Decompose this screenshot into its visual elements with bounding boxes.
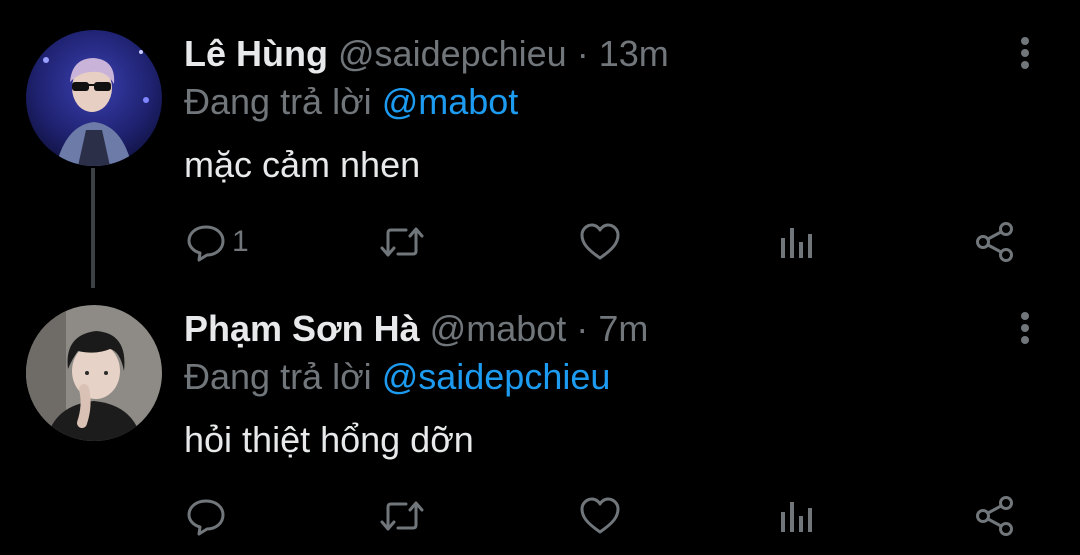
tweet[interactable]: Lê Hùng @saidepchieu · 13m Đang trả lời … (0, 0, 1080, 288)
share-button[interactable] (974, 218, 1016, 266)
avatar[interactable] (26, 30, 162, 166)
heart-icon (580, 223, 620, 260)
reply-count: 1 (232, 225, 249, 258)
replying-mention-link[interactable]: @mabot (382, 81, 519, 122)
avatar-image (26, 305, 162, 441)
timestamp[interactable]: 13m (599, 33, 669, 74)
share-icon (976, 496, 1013, 536)
thread-line (91, 168, 95, 288)
user-handle[interactable]: @saidepchieu (338, 33, 567, 74)
like-button[interactable] (579, 492, 621, 540)
display-name[interactable]: Phạm Sơn Hà (184, 308, 420, 349)
views-icon (781, 228, 812, 258)
views-button[interactable] (777, 218, 817, 266)
avatar-image (26, 30, 162, 166)
tweet-header: Phạm Sơn Hà @mabot · 7m (184, 307, 648, 351)
replying-to: Đang trả lời @mabot (184, 80, 518, 124)
replying-prefix: Đang trả lời (184, 81, 372, 122)
reply-button[interactable]: 1 (186, 218, 249, 266)
reply-icon (187, 225, 225, 262)
views-button[interactable] (777, 492, 817, 540)
avatar[interactable] (26, 305, 162, 441)
display-name[interactable]: Lê Hùng (184, 33, 328, 74)
tweet-text: hỏi thiệt hổng dỡn (184, 419, 474, 460)
replying-prefix: Đang trả lời (184, 356, 372, 397)
retweet-button[interactable] (380, 492, 424, 540)
more-options-button[interactable] (1009, 308, 1041, 348)
tweet-text: mặc cảm nhen (184, 144, 421, 185)
heart-icon (580, 497, 620, 534)
separator: · (576, 308, 589, 349)
like-button[interactable] (579, 218, 621, 266)
reply-icon (187, 499, 225, 536)
views-icon (781, 502, 812, 532)
more-options-button[interactable] (1009, 33, 1041, 73)
retweet-icon (380, 501, 424, 531)
tweet-actions: 1 (184, 218, 1044, 266)
share-button[interactable] (974, 492, 1016, 540)
replying-to: Đang trả lời @saidepchieu (184, 355, 610, 399)
tweet-header: Lê Hùng @saidepchieu · 13m (184, 32, 669, 76)
user-handle[interactable]: @mabot (430, 308, 567, 349)
retweet-button[interactable] (380, 218, 424, 266)
timestamp[interactable]: 7m (598, 308, 648, 349)
replying-mention-link[interactable]: @saidepchieu (382, 356, 611, 397)
reply-button[interactable] (186, 492, 232, 540)
more-vertical-icon (1021, 37, 1029, 69)
more-vertical-icon (1021, 312, 1029, 344)
tweet[interactable]: Phạm Sơn Hà @mabot · 7m Đang trả lời @sa… (0, 285, 1080, 555)
separator: · (576, 33, 589, 74)
share-icon (976, 222, 1013, 262)
retweet-icon (380, 227, 424, 257)
tweet-actions (184, 492, 1044, 540)
